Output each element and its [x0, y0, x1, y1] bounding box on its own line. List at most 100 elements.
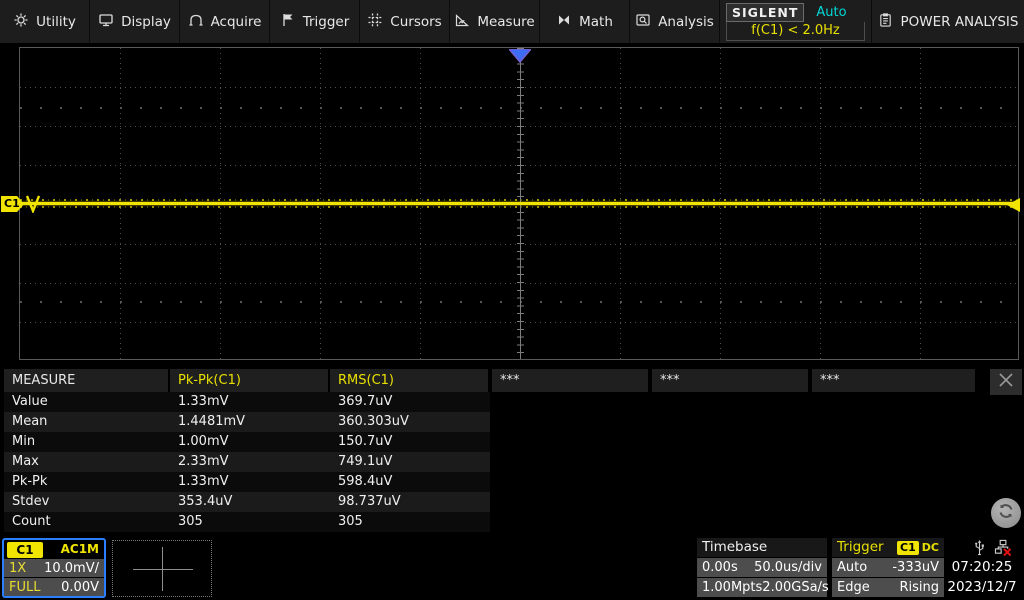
stat-label: Pk-Pk [12, 472, 47, 492]
menu-item-analysis[interactable]: Analysis [630, 0, 720, 43]
trigger-level: -333uV [892, 560, 939, 575]
stat-value: 353.4uV [178, 492, 232, 512]
measure-icon [454, 12, 470, 32]
stat-value: 598.4uV [338, 472, 392, 492]
close-icon [997, 371, 1015, 393]
network-error-icon [994, 539, 1013, 560]
stat-value: 1.33mV [178, 392, 229, 412]
table-row: Min 1.00mV 150.7uV [0, 432, 1024, 452]
measure-header-pkpk[interactable]: Pk-Pk(C1) [170, 369, 328, 392]
trigger-slope: Rising [899, 580, 939, 595]
timebase-delay: 0.00s [702, 560, 738, 575]
trigger-box[interactable]: Trigger C1 DC Auto -333uV Edge Rising [832, 538, 944, 597]
table-row: Max 2.33mV 749.1uV [0, 452, 1024, 472]
analysis-icon [635, 12, 651, 32]
channel-badge: C1 [7, 542, 43, 558]
measure-header-empty-2[interactable]: *** [652, 369, 808, 392]
usb-icon [972, 539, 987, 560]
crosshair-icon [133, 569, 193, 570]
stat-label: Value [12, 392, 48, 412]
stat-value: 360.303uV [338, 412, 409, 432]
menu-label: Acquire [211, 14, 262, 30]
table-row: Value 1.33mV 369.7uV [0, 392, 1024, 412]
menu-bar: Utility Display Acquire Trigger Cursors … [0, 0, 1024, 43]
menu-label: Utility [36, 14, 76, 30]
refresh-icon [996, 501, 1016, 525]
vertical-scale: 10.0mV/ [44, 561, 99, 576]
stat-value: 305 [178, 512, 203, 532]
trace-glitch [26, 195, 40, 217]
bandwidth-limit: FULL [9, 580, 40, 595]
menu-item-cursors[interactable]: Cursors [360, 0, 450, 43]
table-row: Stdev 353.4uV 98.737uV [0, 492, 1024, 512]
stat-value: 1.33mV [178, 472, 229, 492]
measure-header-title: MEASURE [4, 369, 168, 392]
timebase-scale: 50.0us/div [754, 560, 822, 575]
trigger-coupling-badge: DC [922, 541, 939, 555]
probe-attenuation: 1X [9, 561, 26, 576]
flag-icon [280, 12, 296, 32]
trigger-source-badge: C1 [897, 541, 919, 555]
stat-value: 305 [338, 512, 363, 532]
frequency-counter: f(C1) < 2.0Hz [726, 22, 865, 41]
trigger-title: Trigger [837, 538, 884, 557]
menu-item-acquire[interactable]: Acquire [180, 0, 270, 43]
memory-depth: 1.00Mpts [702, 580, 762, 595]
stat-value: 369.7uV [338, 392, 392, 412]
stat-value: 1.00mV [178, 432, 229, 452]
stat-value: 2.33mV [178, 452, 229, 472]
stat-label: Mean [12, 412, 47, 432]
menu-label: Measure [477, 14, 534, 30]
menu-label: Display [121, 14, 171, 30]
menu-item-utility[interactable]: Utility [0, 0, 90, 43]
stat-label: Stdev [12, 492, 49, 512]
siglent-logo: SIGLENT [726, 3, 804, 22]
vertical-offset: 0.00V [61, 580, 99, 595]
channel1-trace-noise [20, 206, 1018, 208]
clipboard-icon [878, 12, 893, 32]
trigger-mode: Auto [837, 560, 867, 575]
stat-label: Min [12, 432, 35, 452]
channel1-settings-box[interactable]: C1 AC1M 1X 10.0mV/ FULL 0.00V [2, 538, 106, 598]
stat-value: 98.737uV [338, 492, 401, 512]
menu-label: Math [579, 14, 613, 30]
gesture-button[interactable] [991, 498, 1021, 528]
menu-item-trigger[interactable]: Trigger [270, 0, 360, 43]
measure-header-empty-1[interactable]: *** [492, 369, 648, 392]
display-icon [98, 12, 114, 32]
channel1-trace-noise [20, 199, 1018, 201]
clock-date: 2023/12/7 [944, 579, 1020, 595]
menu-item-power-analysis[interactable]: POWER ANALYSIS [872, 0, 1024, 43]
table-row: Count 305 305 [0, 512, 1024, 532]
menu-label: Analysis [658, 14, 714, 30]
oscilloscope-screen: Utility Display Acquire Trigger Cursors … [0, 0, 1024, 600]
trigger-position-marker[interactable] [509, 48, 531, 67]
menu-label: Trigger [303, 14, 350, 30]
measure-header-rms[interactable]: RMS(C1) [330, 369, 488, 392]
add-channel-placeholder[interactable] [112, 540, 212, 597]
acquisition-status: Auto [816, 5, 846, 20]
channel-coupling: AC1M [43, 542, 104, 556]
clock-time: 07:20:25 [944, 559, 1020, 575]
table-row: Pk-Pk 1.33mV 598.4uV [0, 472, 1024, 492]
cursors-icon [367, 12, 383, 32]
waveform-display [19, 47, 1019, 360]
menu-item-math[interactable]: Math [540, 0, 630, 43]
gear-icon [13, 12, 29, 32]
menu-item-display[interactable]: Display [90, 0, 180, 43]
measure-header-empty-3[interactable]: *** [812, 369, 975, 392]
menu-item-measure[interactable]: Measure [450, 0, 540, 43]
table-row: Mean 1.4481mV 360.303uV [0, 412, 1024, 432]
sample-rate: 2.00GSa/s [762, 580, 828, 595]
crosshair-icon [162, 547, 163, 591]
brand-status-box: SIGLENT Auto f(C1) < 2.0Hz [720, 0, 872, 43]
status-icons [972, 539, 1013, 560]
stat-value: 150.7uV [338, 432, 392, 452]
trigger-type: Edge [837, 580, 870, 595]
math-icon [556, 12, 572, 32]
stat-label: Max [12, 452, 39, 472]
menu-label: POWER ANALYSIS [901, 14, 1019, 30]
stat-value: 1.4481mV [178, 412, 245, 432]
timebase-box[interactable]: Timebase 0.00s 50.0us/div 1.00Mpts 2.00G… [697, 538, 827, 597]
acquire-icon [188, 12, 204, 32]
